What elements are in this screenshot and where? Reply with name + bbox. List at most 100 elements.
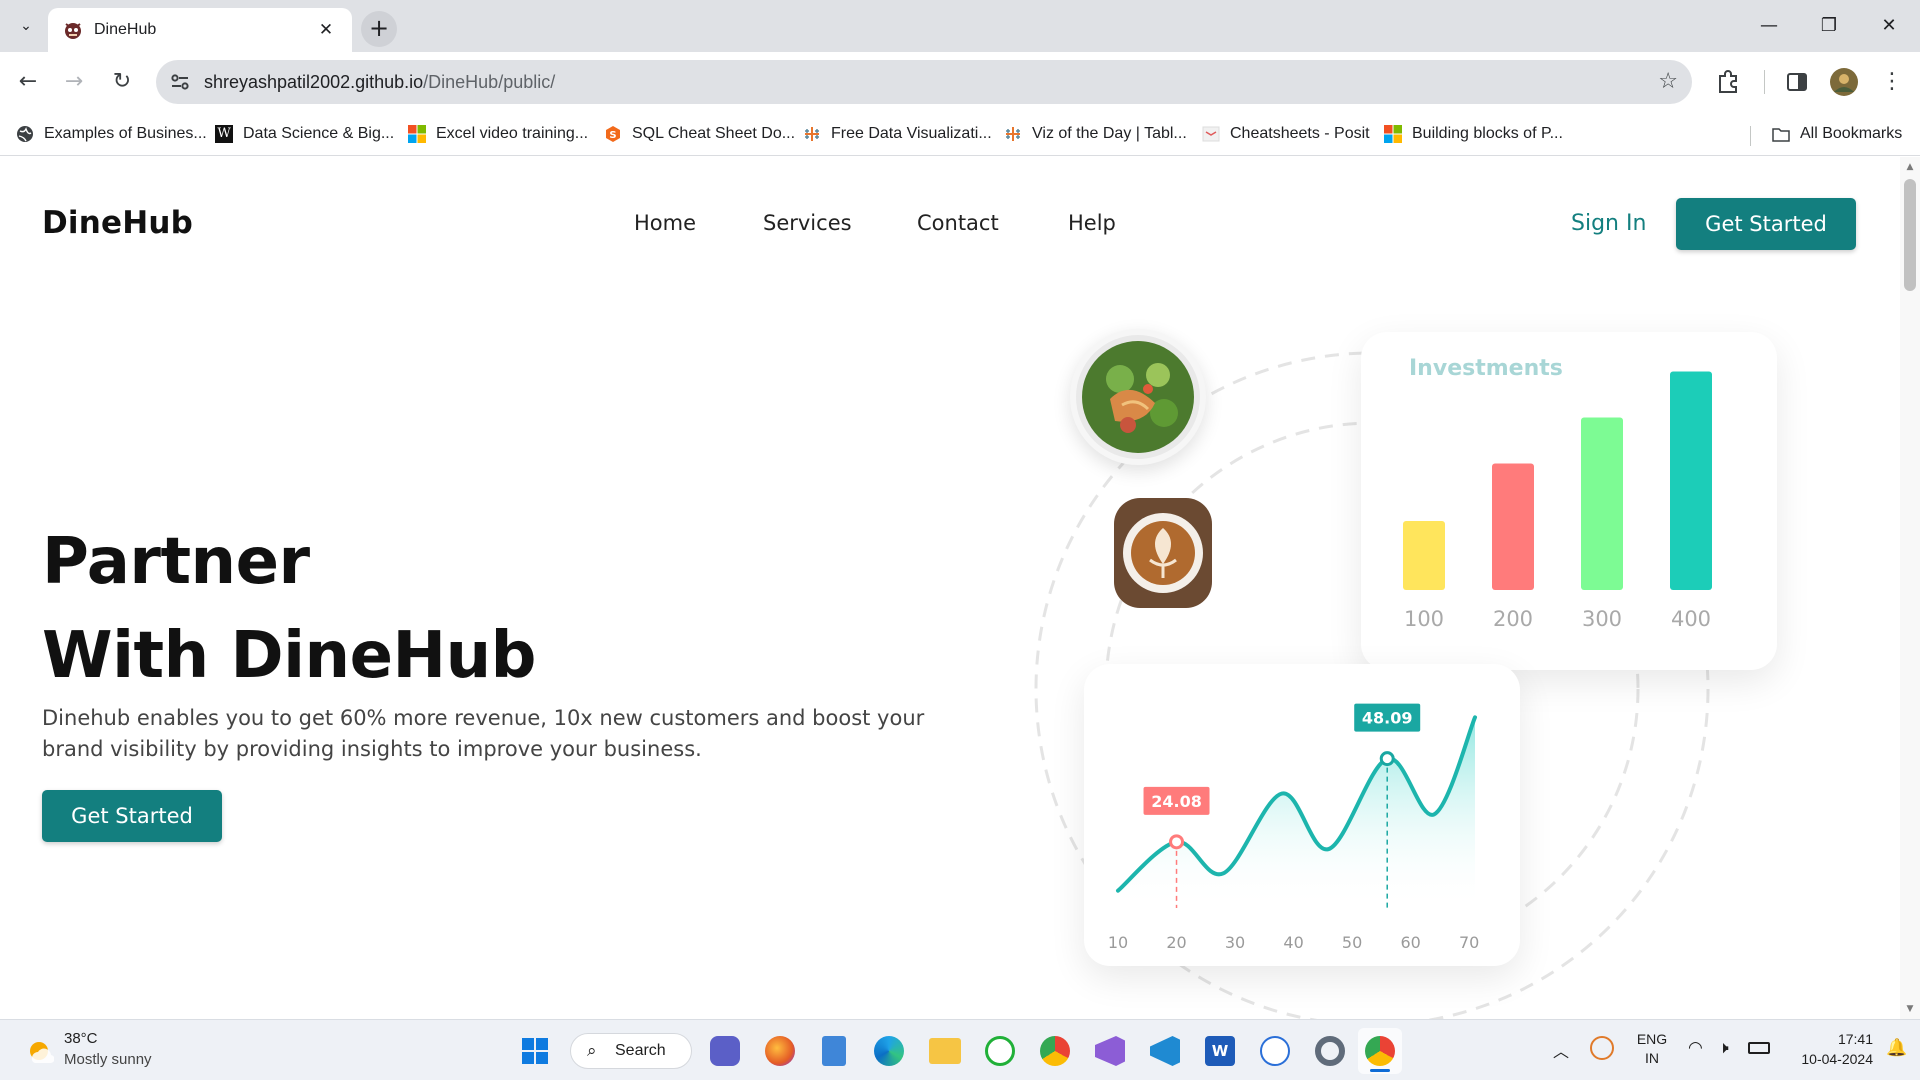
bar bbox=[1492, 463, 1534, 590]
bookmark-item[interactable]: Viz of the Day | Tabl... bbox=[1004, 120, 1187, 148]
hero-illustration: Investments 100 200 300 400 24.08 48.09 10 20 3… bbox=[1030, 327, 1790, 1019]
nav-link-contact[interactable]: Contact bbox=[917, 211, 999, 235]
weather-description[interactable]: Mostly sunny bbox=[64, 1051, 152, 1068]
new-tab-button[interactable]: + bbox=[361, 11, 397, 47]
bookmarks-bar: Examples of Busines... W Data Science & … bbox=[0, 112, 1920, 156]
minimize-button[interactable]: — bbox=[1749, 10, 1789, 42]
edge-icon[interactable] bbox=[874, 1036, 904, 1066]
weather-temperature[interactable]: 38°C bbox=[64, 1030, 98, 1047]
nav-link-services[interactable]: Services bbox=[763, 211, 852, 235]
annotation-label: 24.08 bbox=[1151, 792, 1202, 811]
bookmark-item[interactable]: Free Data Visualizati... bbox=[803, 120, 992, 148]
bookmark-item[interactable]: Excel video training... bbox=[408, 120, 588, 148]
clock[interactable]: 17:41 10-04-2024 bbox=[1785, 1029, 1873, 1069]
tab-search-button[interactable]: ⌄ bbox=[12, 12, 40, 40]
tableau-icon bbox=[805, 127, 819, 141]
nav-link-home[interactable]: Home bbox=[634, 211, 696, 235]
region-code: IN bbox=[1645, 1050, 1659, 1066]
bookmark-item[interactable]: W Data Science & Big... bbox=[215, 120, 394, 148]
forward-icon[interactable]: → bbox=[58, 66, 90, 98]
url-host: shreyashpatil2002.github.io bbox=[204, 72, 424, 92]
side-panel-icon[interactable] bbox=[1779, 64, 1815, 100]
reload-icon[interactable]: ↻ bbox=[106, 66, 138, 98]
weather-sun-icon[interactable] bbox=[24, 1036, 54, 1066]
visual-studio-icon[interactable] bbox=[1095, 1036, 1125, 1066]
taskbar-search-label: Search bbox=[615, 1042, 666, 1059]
notification-bell-icon[interactable]: 🔔 bbox=[1886, 1038, 1907, 1058]
search-icon: ⌕ bbox=[587, 1041, 597, 1060]
bar-category-label: 400 bbox=[1671, 607, 1711, 631]
close-window-button[interactable]: ✕ bbox=[1869, 10, 1909, 42]
bookmark-item[interactable]: Examples of Busines... bbox=[16, 120, 207, 148]
bar bbox=[1581, 417, 1623, 590]
app-icon[interactable] bbox=[1260, 1036, 1290, 1066]
language-code: ENG bbox=[1636, 1031, 1668, 1047]
investments-card: Investments 100 200 300 400 bbox=[1361, 332, 1777, 670]
back-icon[interactable]: ← bbox=[12, 66, 44, 98]
bookmark-item[interactable]: Cheatsheets - Posit bbox=[1202, 120, 1370, 148]
vscode-icon[interactable] bbox=[1150, 1036, 1180, 1066]
taskbar-search-box[interactable]: ⌕ Search bbox=[570, 1033, 692, 1069]
clock-time: 17:41 bbox=[1837, 1031, 1873, 1047]
address-bar[interactable]: shreyashpatil2002.github.io/DineHub/publ… bbox=[156, 60, 1692, 104]
more-menu-icon[interactable]: ⋮ bbox=[1876, 66, 1908, 98]
site-logo[interactable]: DineHub bbox=[42, 205, 193, 241]
page-scrollbar[interactable]: ▲ ▼ bbox=[1900, 157, 1920, 1019]
food-bowl-image bbox=[1070, 329, 1206, 465]
battery-icon[interactable] bbox=[1748, 1042, 1770, 1054]
active-tab[interactable]: DineHub ✕ bbox=[48, 8, 352, 52]
clock-date: 10-04-2024 bbox=[1801, 1051, 1873, 1067]
s-logo-icon: S bbox=[606, 126, 620, 142]
microsoft-logo-icon bbox=[408, 125, 426, 143]
teams-chat-icon[interactable] bbox=[710, 1036, 740, 1066]
settings-icon[interactable] bbox=[1315, 1036, 1345, 1066]
bookmarks-divider bbox=[1750, 126, 1751, 146]
hero-get-started-button[interactable]: Get Started bbox=[42, 790, 222, 842]
url-text[interactable]: shreyashpatil2002.github.io/DineHub/publ… bbox=[204, 70, 555, 94]
bookmark-label: SQL Cheat Sheet Do... bbox=[632, 125, 796, 142]
x-tick-label: 10 bbox=[1108, 933, 1128, 952]
word-icon[interactable]: W bbox=[1205, 1036, 1235, 1066]
taskbar-active-app[interactable] bbox=[1358, 1028, 1402, 1074]
bar-category-label: 300 bbox=[1582, 607, 1622, 631]
folder-icon bbox=[1772, 128, 1790, 142]
scroll-up-arrow[interactable]: ▲ bbox=[1904, 161, 1916, 173]
site-info-icon[interactable] bbox=[168, 70, 192, 94]
chevron-up-icon[interactable]: ︿ bbox=[1553, 1038, 1569, 1062]
header-get-started-button[interactable]: Get Started bbox=[1676, 198, 1856, 250]
bookmark-label: Data Science & Big... bbox=[243, 125, 395, 142]
volume-muted-icon[interactable]: 🕨 bbox=[1718, 1038, 1729, 1058]
x-tick-label: 60 bbox=[1400, 933, 1420, 952]
restore-button[interactable]: ❐ bbox=[1809, 10, 1849, 42]
profile-avatar[interactable] bbox=[1826, 64, 1862, 100]
sign-in-link[interactable]: Sign In bbox=[1571, 211, 1646, 236]
bookmark-item[interactable]: S SQL Cheat Sheet Do... bbox=[604, 120, 795, 148]
growth-area-chart: 24.08 48.09 10 20 30 40 50 60 70 bbox=[1108, 703, 1479, 952]
hero-description-line-1: Dinehub enables you to get 60% more reve… bbox=[42, 706, 925, 730]
svg-text:S: S bbox=[609, 130, 616, 141]
nav-link-help[interactable]: Help bbox=[1068, 211, 1116, 235]
bar-category-label: 200 bbox=[1493, 607, 1533, 631]
bookmark-star-icon[interactable]: ☆ bbox=[1658, 68, 1678, 96]
extensions-icon[interactable] bbox=[1710, 64, 1746, 100]
bookmark-item[interactable]: Building blocks of P... bbox=[1384, 120, 1563, 148]
bar bbox=[1670, 371, 1712, 590]
wifi-icon[interactable]: ◠ bbox=[1688, 1038, 1703, 1058]
tab-bar: ⌄ DineHub ✕ + — ❐ ✕ bbox=[0, 0, 1920, 52]
tab-close-icon[interactable]: ✕ bbox=[314, 18, 338, 42]
scroll-down-arrow[interactable]: ▼ bbox=[1904, 1003, 1916, 1015]
chrome-icon bbox=[1365, 1036, 1395, 1066]
whatsapp-icon[interactable] bbox=[985, 1036, 1015, 1066]
all-bookmarks-label: All Bookmarks bbox=[1800, 125, 1903, 142]
chrome-icon[interactable] bbox=[1040, 1036, 1070, 1066]
language-indicator[interactable]: ENG IN bbox=[1634, 1030, 1670, 1068]
scrollbar-thumb[interactable] bbox=[1904, 179, 1916, 291]
firefox-icon[interactable] bbox=[765, 1036, 795, 1066]
page-viewport: DineHub Home Services Contact Help Sign … bbox=[0, 157, 1920, 1019]
file-explorer-icon[interactable] bbox=[929, 1038, 961, 1064]
sync-icon[interactable] bbox=[1590, 1036, 1614, 1060]
all-bookmarks-button[interactable]: All Bookmarks bbox=[1772, 120, 1902, 148]
notepad-icon[interactable] bbox=[822, 1036, 846, 1066]
bookmark-label: Viz of the Day | Tabl... bbox=[1032, 125, 1187, 142]
windows-start-icon[interactable] bbox=[521, 1037, 549, 1065]
